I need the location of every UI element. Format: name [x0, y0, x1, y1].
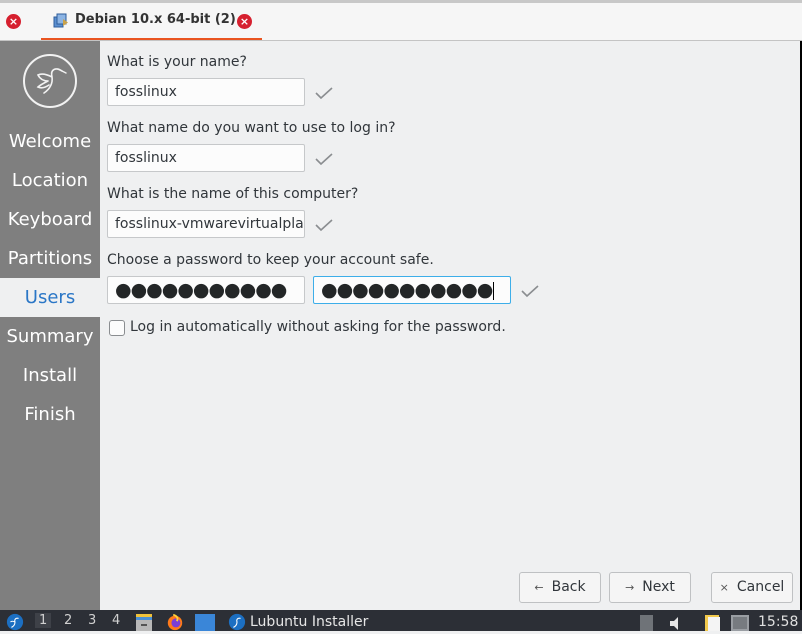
cancel-button[interactable]: × Cancel	[711, 572, 793, 603]
password-label: Choose a password to keep your account s…	[107, 252, 434, 268]
cancel-label: Cancel	[736, 579, 785, 595]
computer-name-label: What is the name of this computer?	[107, 186, 359, 202]
file-manager-icon[interactable]	[135, 614, 153, 631]
checkmark-icon	[315, 219, 333, 232]
sidebar-step-location: Location	[11, 170, 89, 191]
volume-icon[interactable]	[668, 616, 684, 631]
vm-tab-title: Debian 10.x 64-bit (2)	[75, 12, 236, 27]
arrow-left-icon: ←	[534, 581, 544, 594]
desktop-2-button[interactable]: 2	[64, 613, 72, 628]
sidebar-step-install: Install	[22, 365, 78, 386]
sidebar-step-users: Users	[0, 278, 100, 317]
login-name-label: What name do you want to use to log in?	[107, 120, 396, 136]
sidebar-step-partitions: Partitions	[7, 248, 93, 269]
network-icon[interactable]	[731, 615, 749, 631]
eject-icon[interactable]	[640, 615, 653, 631]
login-name-input[interactable]: fosslinux	[107, 144, 305, 172]
computer-name-input[interactable]: fosslinux-vmwarevirtualplat	[107, 210, 305, 238]
close-icon: ×	[719, 581, 729, 594]
clock: 15:58	[758, 614, 799, 630]
password-confirm-input[interactable]: ●●●●●●●●●●●	[313, 276, 511, 304]
back-button[interactable]: ← Back	[519, 572, 601, 603]
checkmark-icon	[521, 285, 539, 298]
show-desktop-icon[interactable]	[195, 614, 215, 631]
lubuntu-start-icon[interactable]	[5, 613, 25, 631]
taskbar-window-button[interactable]: Lubuntu Installer	[250, 610, 368, 631]
vm-tab[interactable]: Debian 10.x 64-bit (2) ×	[41, 3, 262, 41]
firefox-icon[interactable]	[165, 613, 185, 631]
sidebar-step-welcome: Welcome	[8, 131, 92, 152]
checkmark-icon	[315, 87, 333, 100]
next-button[interactable]: → Next	[609, 572, 691, 603]
clipboard-icon[interactable]	[703, 613, 723, 631]
desktop-4-button[interactable]: 4	[112, 613, 120, 628]
desktop-1-button[interactable]: 1	[35, 613, 52, 628]
full-name-input[interactable]: fosslinux	[107, 78, 305, 106]
users-page: What is your name? fosslinux What name d…	[100, 41, 802, 610]
close-circle-icon[interactable]: ×	[6, 14, 21, 29]
sidebar-step-summary: Summary	[6, 326, 94, 347]
sidebar-step-keyboard: Keyboard	[7, 209, 93, 230]
checkmark-icon	[315, 153, 333, 166]
next-label: Next	[642, 579, 675, 595]
name-label: What is your name?	[107, 54, 247, 70]
back-label: Back	[551, 579, 586, 595]
arrow-right-icon: →	[625, 581, 635, 594]
lubuntu-logo-icon	[23, 54, 77, 108]
vm-icon	[53, 13, 68, 28]
autologin-label[interactable]: Log in automatically without asking for …	[130, 319, 506, 335]
autologin-checkbox[interactable]	[109, 320, 125, 336]
sidebar-step-finish: Finish	[24, 404, 76, 425]
tab-close-icon[interactable]: ×	[237, 14, 252, 29]
password-confirm-mask: ●●●●●●●●●●●	[321, 279, 493, 301]
vm-tab-bar: × Debian 10.x 64-bit (2) ×	[0, 0, 802, 42]
password-input[interactable]: ●●●●●●●●●●●	[107, 276, 305, 304]
installer-window-icon	[228, 613, 246, 631]
taskbar: 1 2 3 4 Lubuntu Installer 15:58	[0, 610, 802, 631]
password-mask: ●●●●●●●●●●●	[115, 279, 287, 301]
desktop-3-button[interactable]: 3	[88, 613, 96, 628]
text-caret	[493, 281, 495, 300]
installer-sidebar: Welcome Location Keyboard Partitions Use…	[0, 41, 100, 610]
